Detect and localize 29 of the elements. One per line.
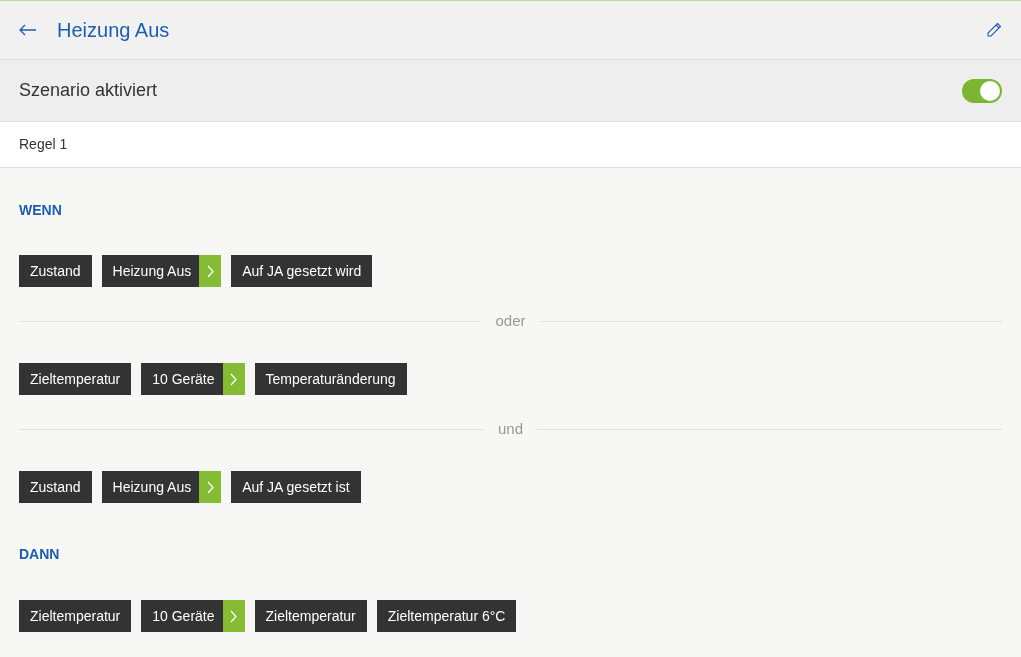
condition-chip[interactable]: Zustand — [19, 471, 92, 503]
chevron-right-icon — [230, 609, 238, 623]
pencil-icon — [986, 22, 1002, 38]
condition-chip[interactable]: Zustand — [19, 255, 92, 287]
section-heading: DANN — [19, 546, 61, 562]
chevron-right-icon — [230, 372, 238, 386]
page-title: Heizung Aus — [57, 18, 170, 43]
condition-chip[interactable]: Auf JA gesetzt ist — [231, 471, 361, 503]
scenario-label: Szenario aktiviert — [19, 79, 158, 102]
device-chip[interactable]: Heizung Aus — [101, 471, 222, 503]
condition-chip[interactable]: Temperaturänderung — [254, 363, 407, 395]
condition-chip[interactable]: Zieltemperatur — [19, 363, 132, 395]
rule-title: Regel 1 — [19, 135, 68, 154]
chevron-right-icon — [206, 480, 214, 494]
back-button[interactable] — [19, 24, 37, 36]
device-chip[interactable]: Heizung Aus — [101, 255, 222, 287]
device-chip[interactable]: 10 Geräte — [141, 363, 245, 395]
section-heading: WENN — [19, 202, 63, 218]
condition-chip[interactable]: Zieltemperatur 6°C — [376, 600, 517, 632]
connector-label: oder — [494, 310, 527, 331]
condition-chip[interactable]: Zieltemperatur — [19, 600, 132, 632]
device-chip[interactable]: 10 Geräte — [141, 600, 245, 632]
connector-label: und — [497, 418, 524, 439]
back-arrow-icon — [19, 24, 37, 36]
toggle-switch[interactable] — [962, 78, 1002, 103]
condition-chip[interactable]: Auf JA gesetzt wird — [231, 255, 373, 287]
edit-button[interactable] — [986, 22, 1002, 38]
condition-chip[interactable]: Zieltemperatur — [254, 600, 367, 632]
chevron-right-icon — [206, 264, 214, 278]
